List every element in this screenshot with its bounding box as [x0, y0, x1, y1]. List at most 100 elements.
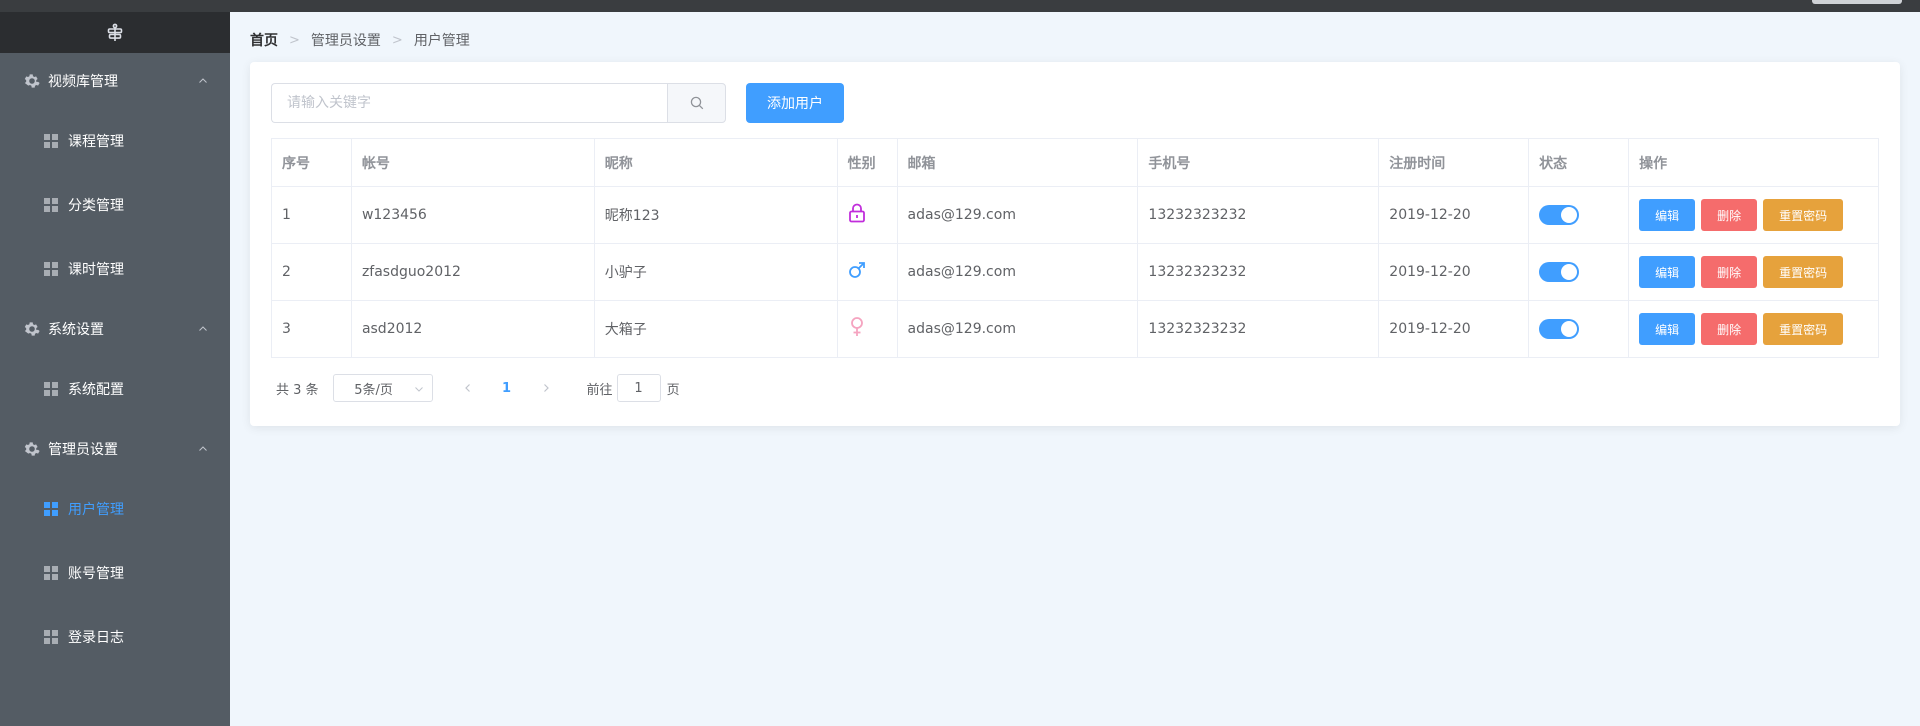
breadcrumb: 首页 > 管理员设置 > 用户管理 [250, 30, 470, 50]
cell-index: 1 [271, 186, 352, 244]
search-icon [690, 96, 703, 110]
cell-phone: 13232323232 [1137, 243, 1380, 301]
cell-email: adas@129.com [896, 300, 1139, 358]
gear-icon [24, 322, 40, 336]
reset-password-button[interactable]: 重置密码 [1763, 313, 1844, 345]
sidebar-item-label: 分类管理 [68, 198, 124, 214]
sidebar-item-system-config[interactable]: 系统配置 [0, 357, 230, 421]
edit-button[interactable]: 编辑 [1639, 256, 1696, 288]
cell-nickname: 昵称123 [593, 186, 838, 244]
cell-gender [836, 300, 898, 358]
breadcrumb-admin-settings: 管理员设置 [310, 33, 381, 49]
cell-phone: 13232323232 [1137, 186, 1380, 244]
cell-actions: 编辑 删除 重置密码 [1628, 300, 1879, 358]
column-header: 状态 [1528, 138, 1630, 187]
sidebar-item-course-management[interactable]: 课程管理 [0, 109, 230, 173]
pagination: 共 3 条 5条/页 1 前往 页 [276, 374, 680, 402]
cell-account: w123456 [350, 186, 595, 244]
sidebar-item-lesson-management[interactable]: 课时管理 [0, 237, 230, 301]
sidebar-item-category-management[interactable]: 分类管理 [0, 173, 230, 237]
reset-password-button[interactable]: 重置密码 [1763, 199, 1844, 231]
cell-email: adas@129.com [896, 243, 1139, 301]
edit-button[interactable]: 编辑 [1639, 199, 1696, 231]
cell-status [1528, 186, 1630, 244]
goto-suffix: 页 [666, 382, 680, 398]
reset-password-button[interactable]: 重置密码 [1763, 256, 1844, 288]
sidebar-item-label: 系统配置 [68, 382, 124, 398]
menu-group-system-settings[interactable]: 系统设置 [0, 301, 230, 357]
cell-registered: 2019-12-20 [1378, 186, 1530, 244]
menu-group-admin-settings[interactable]: 管理员设置 [0, 421, 230, 477]
sidebar-item-login-log[interactable]: 登录日志 [0, 605, 230, 669]
page-number-current[interactable]: 1 [483, 381, 531, 396]
search-button[interactable] [667, 83, 726, 123]
column-header: 帐号 [350, 138, 595, 187]
grid-icon [44, 382, 58, 396]
top-bar [0, 0, 1920, 12]
chevron-right-icon: > [391, 32, 403, 48]
page-size-value: 5条/页 [354, 382, 393, 398]
grid-icon [44, 262, 58, 276]
status-switch[interactable] [1539, 319, 1580, 339]
gear-icon [24, 74, 40, 88]
cell-nickname: 小驴子 [593, 243, 838, 301]
goto-label: 前往 [586, 382, 613, 398]
table-header-row: 序号 帐号 昵称 性别 邮箱 手机号 注册时间 状态 操作 [271, 138, 1879, 187]
column-header: 操作 [1628, 138, 1879, 187]
column-header: 序号 [271, 138, 352, 187]
sidebar-item-label: 课时管理 [68, 262, 124, 278]
delete-button[interactable]: 删除 [1701, 313, 1758, 345]
users-table: 序号 帐号 昵称 性别 邮箱 手机号 注册时间 状态 操作 1 w123456 … [271, 138, 1879, 358]
gear-icon [24, 442, 40, 456]
grid-icon [44, 502, 58, 516]
table-row: 1 w123456 昵称123 adas@129.com 13232323232… [271, 186, 1879, 244]
grid-icon [44, 134, 58, 148]
cell-gender [836, 186, 898, 244]
status-switch[interactable] [1539, 205, 1580, 225]
sidebar-item-label: 账号管理 [68, 566, 124, 582]
sidebar-item-label: 用户管理 [68, 502, 124, 518]
next-page-button[interactable] [531, 374, 561, 402]
grid-icon [44, 566, 58, 580]
sidebar-logo[interactable] [0, 12, 230, 53]
sidebar-item-account-management[interactable]: 账号管理 [0, 541, 230, 605]
sidebar-item-user-management[interactable]: 用户管理 [0, 477, 230, 541]
status-switch[interactable] [1539, 262, 1580, 282]
menu-group-label: 视频库管理 [48, 74, 118, 90]
cell-actions: 编辑 删除 重置密码 [1628, 186, 1879, 244]
table-row: 2 zfasdguo2012 小驴子 adas@129.com 13232323… [271, 243, 1879, 301]
menu-group-label: 系统设置 [48, 322, 104, 338]
logo-icon [107, 23, 123, 41]
search-group [271, 83, 726, 123]
top-bar-button[interactable] [1812, 0, 1902, 4]
cell-status [1528, 243, 1630, 301]
delete-button[interactable]: 删除 [1701, 256, 1758, 288]
sidebar-item-label: 登录日志 [68, 630, 124, 646]
chevron-down-icon [414, 387, 423, 392]
lock-icon [848, 203, 865, 223]
menu-group-video-library[interactable]: 视频库管理 [0, 53, 230, 109]
pagination-total: 共 3 条 [276, 382, 319, 398]
prev-page-button[interactable] [453, 374, 483, 402]
grid-icon [44, 630, 58, 644]
page-size-select[interactable]: 5条/页 [332, 374, 433, 402]
goto-page-input[interactable] [616, 374, 661, 402]
cell-email: adas@129.com [896, 186, 1139, 244]
cell-gender [836, 243, 898, 301]
column-header: 性别 [836, 138, 898, 187]
chevron-right-icon [543, 384, 549, 392]
chevron-up-icon [199, 446, 207, 451]
search-input[interactable] [271, 83, 667, 123]
male-icon [848, 262, 865, 278]
delete-button[interactable]: 删除 [1701, 199, 1758, 231]
chevron-up-icon [199, 78, 207, 83]
table-row: 3 asd2012 大箱子 adas@129.com 13232323232 2… [271, 300, 1879, 358]
cell-registered: 2019-12-20 [1378, 300, 1530, 358]
cell-account: asd2012 [350, 300, 595, 358]
chevron-right-icon: > [289, 32, 300, 48]
add-user-button[interactable]: 添加用户 [746, 83, 844, 123]
sidebar-item-label: 课程管理 [68, 134, 124, 150]
edit-button[interactable]: 编辑 [1639, 313, 1696, 345]
breadcrumb-home[interactable]: 首页 [250, 30, 278, 50]
chevron-up-icon [199, 326, 207, 331]
